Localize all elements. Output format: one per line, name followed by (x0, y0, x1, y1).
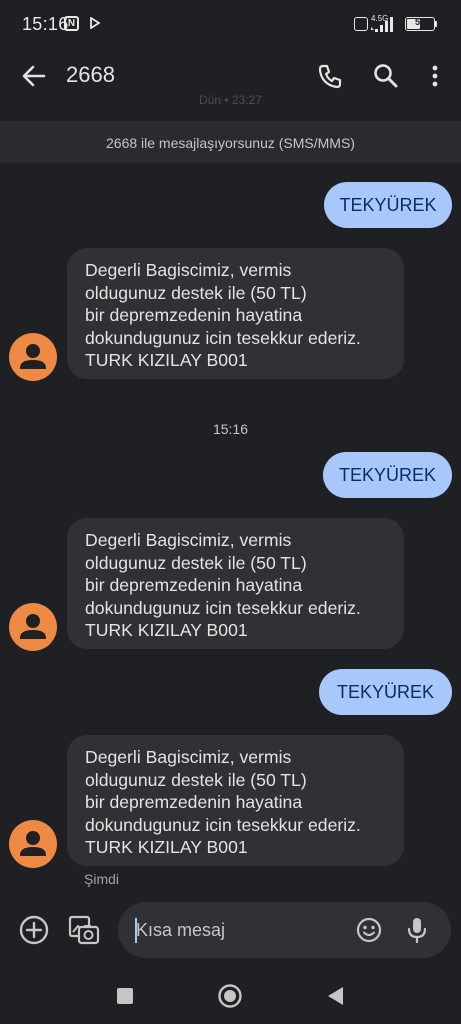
incoming-message[interactable]: Degerli Bagiscimiz, vermis oldugunuz des… (67, 248, 404, 379)
play-icon (90, 17, 100, 29)
signal-icon (371, 17, 393, 32)
message-line: TURK KIZILAY B001 (85, 837, 248, 857)
more-vert-icon[interactable] (421, 60, 449, 92)
message-line: dokundugunuz icin tesekkur ederiz. (85, 597, 361, 618)
timestamp: 15:16 (212, 421, 249, 437)
back-arrow-icon[interactable] (18, 60, 50, 92)
message-line: dokundugunuz icin tesekkur ederiz. (85, 327, 361, 348)
person-icon (20, 614, 46, 639)
message-status: Şimdi (84, 871, 120, 887)
incoming-message[interactable]: Degerli Bagiscimiz, vermis oldugunuz des… (67, 518, 404, 649)
person-icon (20, 831, 46, 856)
nfc-icon: N (64, 16, 79, 31)
message-line: oldugunuz destek ile (50 TL) (85, 552, 307, 573)
emoji-icon[interactable] (354, 915, 384, 945)
phone-icon[interactable] (314, 60, 346, 92)
nav-back-icon[interactable] (325, 985, 345, 1007)
add-circle-icon[interactable] (17, 913, 51, 947)
conversation-title: 2668 (66, 62, 115, 87)
status-time: 15:16 (22, 14, 69, 34)
message-line: bir depremzedenin hayatina (85, 305, 303, 325)
battery-level: 55 (414, 17, 425, 27)
microphone-icon[interactable] (404, 915, 430, 945)
gallery-icon[interactable] (67, 913, 101, 947)
search-icon[interactable] (370, 60, 402, 92)
recents-icon[interactable] (116, 987, 134, 1005)
battery-icon: 55 (405, 17, 435, 31)
message-line: Degerli Bagiscimiz, vermis (85, 260, 292, 280)
message-line: oldugunuz destek ile (50 TL) (85, 282, 307, 303)
person-icon (20, 344, 46, 369)
avatar[interactable] (9, 603, 57, 651)
faded-date-header: Dün • 23:27 (199, 93, 262, 107)
outgoing-message[interactable]: TEKYÜREK (323, 452, 452, 498)
status-bar: 15:16 N 4.5G 55 (0, 0, 461, 50)
message-line: oldugunuz destek ile (50 TL) (85, 769, 307, 790)
message-text: TEKYÜREK (338, 465, 437, 485)
outgoing-message[interactable]: TEKYÜREK (319, 669, 452, 715)
message-line: TURK KIZILAY B001 (85, 350, 248, 370)
outgoing-message[interactable]: TEKYÜREK (324, 182, 452, 228)
message-line: bir depremzedenin hayatina (85, 792, 303, 812)
message-line: Degerli Bagiscimiz, vermis (85, 747, 292, 767)
avatar[interactable] (9, 333, 57, 381)
message-line: Degerli Bagiscimiz, vermis (85, 530, 292, 550)
home-icon[interactable] (217, 983, 243, 1009)
volte-icon (354, 17, 368, 31)
message-line: dokundugunuz icin tesekkur ederiz. (85, 814, 361, 835)
message-line: TURK KIZILAY B001 (85, 620, 248, 640)
message-input-placeholder: Kısa mesaj (136, 920, 226, 940)
avatar[interactable] (9, 820, 57, 868)
incoming-message[interactable]: Degerli Bagiscimiz, vermis oldugunuz des… (67, 735, 404, 866)
message-text: TEKYÜREK (339, 195, 437, 215)
message-text: TEKYÜREK (336, 682, 435, 702)
message-line: bir depremzedenin hayatina (85, 575, 303, 595)
info-banner-text: 2668 ile mesajlaşıyorsunuz (SMS/MMS) (106, 135, 355, 151)
